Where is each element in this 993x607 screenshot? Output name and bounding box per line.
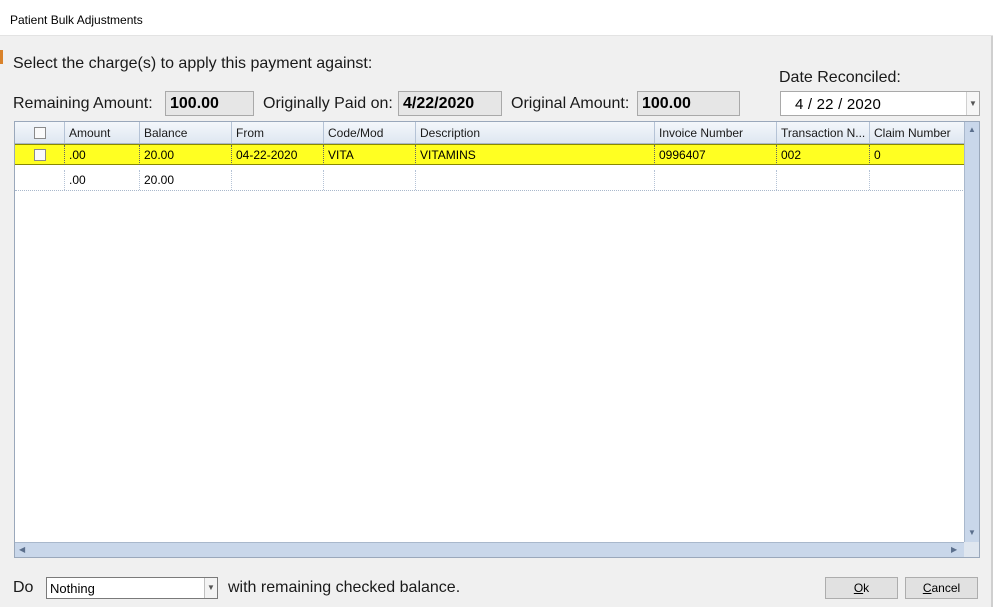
original-amount-value: 100.00	[637, 91, 740, 116]
column-header-balance[interactable]: Balance	[140, 122, 232, 143]
originally-paid-label: Originally Paid on:	[263, 95, 393, 112]
chevron-down-icon[interactable]: ▼	[966, 92, 979, 115]
row-checkbox-cell[interactable]	[15, 145, 65, 165]
column-header-invoice-number[interactable]: Invoice Number	[655, 122, 777, 143]
remaining-amount-value: 100.00	[165, 91, 254, 116]
totals-blank-cell	[232, 170, 324, 190]
ok-button[interactable]: Ok	[825, 577, 898, 599]
chevron-down-icon[interactable]: ▼	[204, 578, 217, 598]
charges-grid: Amount Balance From Code/Mod Description…	[14, 121, 980, 558]
instruction-text: Select the charge(s) to apply this payme…	[13, 55, 373, 72]
column-header-transaction-number[interactable]: Transaction N...	[777, 122, 870, 143]
date-reconciled-label: Date Reconciled:	[779, 69, 901, 86]
column-header-amount[interactable]: Amount	[65, 122, 140, 143]
cell-invoice-number: 0996407	[655, 145, 777, 165]
cell-transaction-number: 002	[777, 145, 870, 165]
header-select-all[interactable]	[15, 122, 65, 143]
cancel-button[interactable]: Cancel	[905, 577, 978, 599]
totals-blank-cell	[416, 170, 655, 190]
table-row[interactable]: .00 20.00 04-22-2020 VITA VITAMINS 09964…	[15, 144, 965, 165]
totals-blank-cell	[655, 170, 777, 190]
date-reconciled-value[interactable]: 4 / 22 / 2020	[795, 96, 881, 113]
background-edge	[0, 50, 3, 64]
totals-blank-cell	[15, 170, 65, 190]
date-reconciled-picker[interactable]: 4 / 22 / 2020 ▼	[780, 91, 980, 116]
cell-balance: 20.00	[140, 145, 232, 165]
select-all-checkbox[interactable]	[34, 127, 46, 139]
cell-from: 04-22-2020	[232, 145, 324, 165]
grid-header: Amount Balance From Code/Mod Description…	[15, 122, 965, 144]
window-title: Patient Bulk Adjustments	[10, 13, 143, 27]
scroll-right-icon[interactable]: ▶	[951, 545, 957, 554]
scroll-left-icon[interactable]: ◀	[19, 545, 25, 554]
scrollbar-corner	[964, 542, 979, 557]
horizontal-scrollbar[interactable]: ◀ ▶	[15, 542, 965, 557]
do-label: Do	[13, 579, 34, 596]
totals-blank-cell	[870, 170, 965, 190]
row-checkbox[interactable]	[34, 149, 46, 161]
balance-action-select[interactable]: Nothing ▼	[46, 577, 218, 599]
total-balance: 20.00	[140, 170, 232, 190]
cell-code-mod: VITA	[324, 145, 416, 165]
balance-action-suffix: with remaining checked balance.	[228, 579, 461, 596]
cell-claim-number: 0	[870, 145, 965, 165]
column-header-code-mod[interactable]: Code/Mod	[324, 122, 416, 143]
column-header-claim-number[interactable]: Claim Number	[870, 122, 965, 143]
vertical-scrollbar[interactable]: ▲ ▼	[964, 122, 979, 542]
scroll-up-icon[interactable]: ▲	[968, 125, 976, 134]
totals-row: .00 20.00	[15, 170, 965, 191]
scroll-down-icon[interactable]: ▼	[968, 528, 976, 537]
total-amount: .00	[65, 170, 140, 190]
totals-blank-cell	[324, 170, 416, 190]
cell-description: VITAMINS	[416, 145, 655, 165]
title-bar: Patient Bulk Adjustments	[0, 0, 993, 36]
totals-blank-cell	[777, 170, 870, 190]
remaining-amount-label: Remaining Amount:	[13, 95, 153, 112]
cell-amount[interactable]: .00	[65, 145, 140, 165]
originally-paid-value: 4/22/2020	[398, 91, 502, 116]
column-header-description[interactable]: Description	[416, 122, 655, 143]
balance-action-value[interactable]: Nothing	[50, 581, 95, 596]
original-amount-label: Original Amount:	[511, 95, 630, 112]
column-header-from[interactable]: From	[232, 122, 324, 143]
